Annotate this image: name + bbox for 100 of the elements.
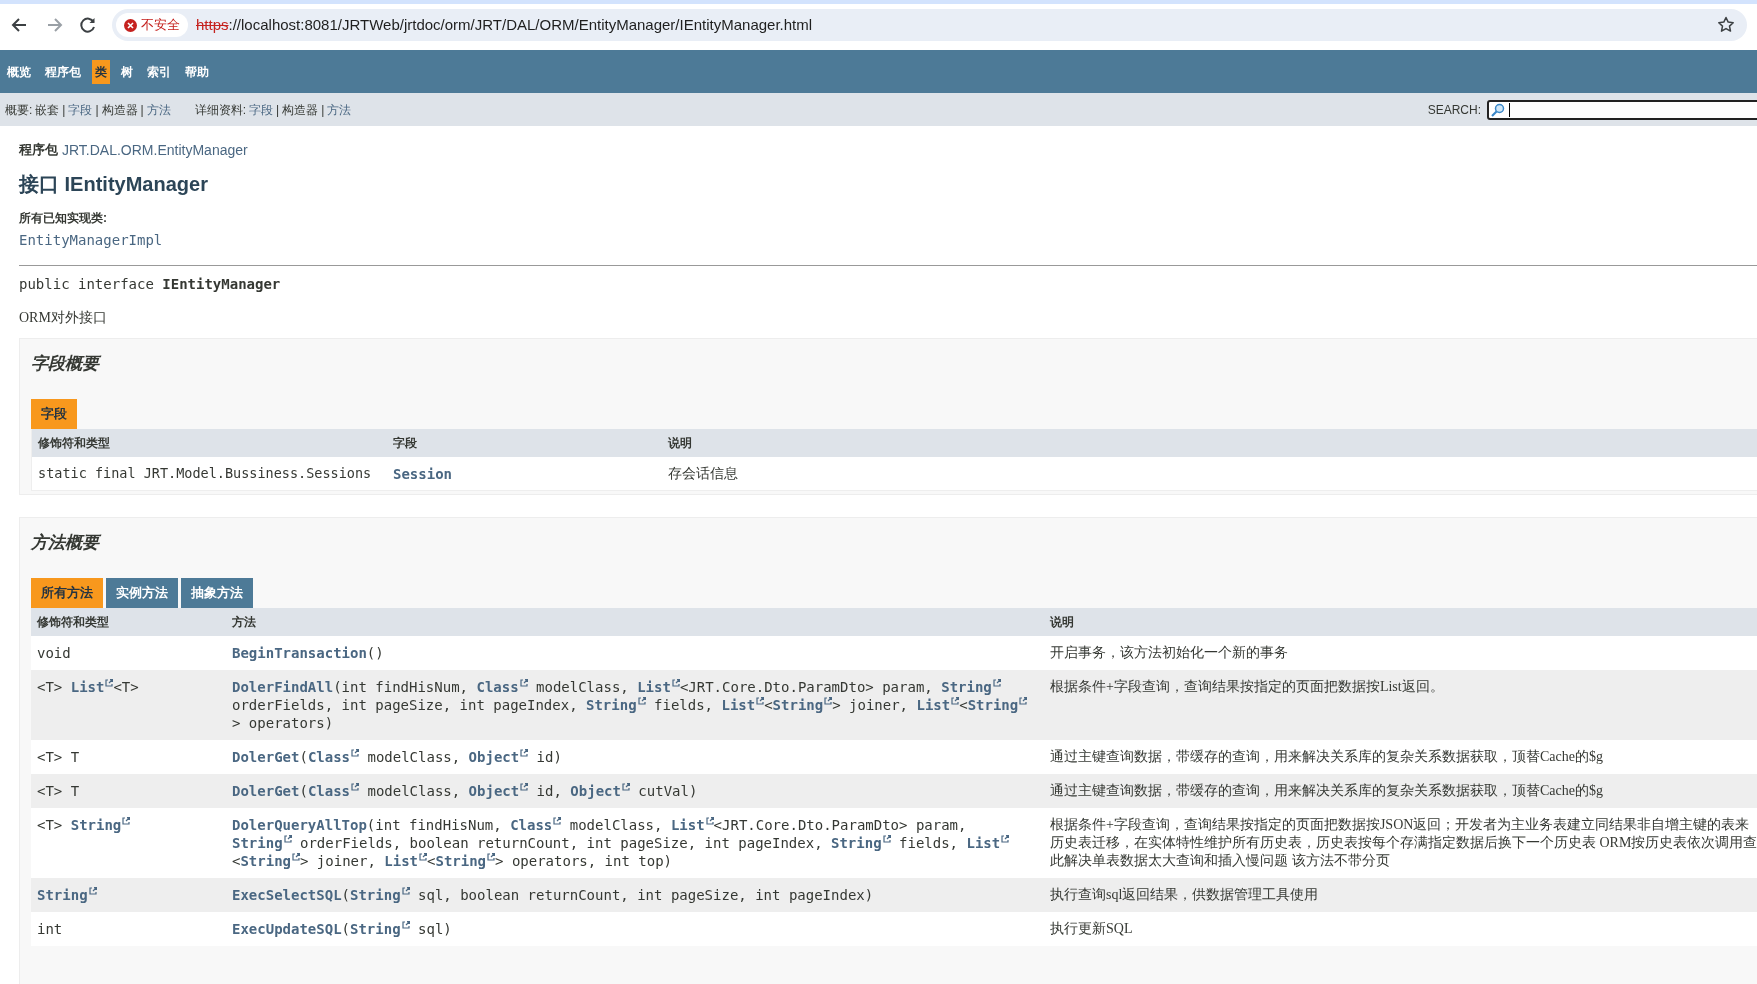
- external-link-icon[interactable]: [419, 853, 428, 861]
- external-link-icon[interactable]: [292, 853, 300, 861]
- type-link[interactable]: String: [772, 697, 824, 713]
- implementation-link[interactable]: EntityManagerImpl: [19, 230, 163, 250]
- type-link[interactable]: List: [916, 697, 951, 713]
- table-tab[interactable]: 抽象方法: [181, 578, 253, 608]
- method-link[interactable]: BeginTransaction: [232, 645, 367, 661]
- type-link[interactable]: List: [70, 679, 105, 695]
- method-link[interactable]: ExecSelectSQL: [232, 887, 342, 903]
- method-signature: DolerGet(Class modelClass, Object id, Object cutVal): [231, 782, 699, 800]
- type-link[interactable]: Object: [570, 783, 621, 799]
- type-link[interactable]: String: [37, 887, 88, 903]
- subnav-link[interactable]: 字段: [68, 100, 93, 119]
- table-tab[interactable]: 实例方法: [106, 578, 178, 608]
- description-text: 执行更新SQL: [1050, 920, 1133, 938]
- type-text: <T> T: [36, 782, 80, 800]
- external-link-icon[interactable]: [705, 817, 714, 825]
- external-link-icon[interactable]: [520, 749, 529, 757]
- external-link-icon[interactable]: [1019, 697, 1028, 705]
- type-link[interactable]: Object: [468, 749, 520, 765]
- type-link[interactable]: String: [435, 853, 487, 869]
- external-link-icon[interactable]: [882, 835, 891, 843]
- subnav-text: 构造器: [282, 101, 319, 119]
- type-link[interactable]: String: [941, 679, 992, 695]
- type-link[interactable]: List: [966, 835, 1001, 851]
- description-text: 此解决单表数据太大查询和插入慢问题 该方法不带分页: [1050, 852, 1390, 870]
- external-link-icon[interactable]: [671, 679, 680, 687]
- type-link[interactable]: String: [232, 835, 283, 851]
- external-link-icon[interactable]: [992, 679, 1001, 687]
- type-link[interactable]: List: [637, 679, 671, 695]
- external-link-icon[interactable]: [401, 887, 410, 895]
- external-link-icon[interactable]: [1001, 835, 1010, 843]
- type-link[interactable]: Class: [510, 817, 553, 833]
- nav-link[interactable]: 帮助: [182, 59, 212, 84]
- external-link-icon[interactable]: [824, 697, 833, 705]
- type-link[interactable]: String: [967, 697, 1019, 713]
- star-icon[interactable]: [1717, 16, 1735, 34]
- reload-icon[interactable]: [78, 15, 98, 35]
- column-header: 修饰符和类型: [37, 435, 111, 452]
- type-link[interactable]: Object: [468, 783, 520, 799]
- external-link-icon[interactable]: [105, 679, 114, 687]
- nav-link[interactable]: 程序包: [42, 59, 84, 84]
- external-link-icon[interactable]: [756, 697, 765, 705]
- package-link[interactable]: JRT.DAL.ORM.EntityManager: [62, 139, 248, 161]
- separator-text: |: [276, 101, 280, 119]
- separator-text: |: [140, 101, 144, 119]
- table-tab[interactable]: 字段: [31, 399, 77, 429]
- external-link-icon[interactable]: [401, 921, 410, 929]
- type-link[interactable]: String: [586, 697, 637, 713]
- external-link-icon[interactable]: [520, 783, 529, 791]
- description-text: 存会话信息: [667, 465, 739, 483]
- nav-link[interactable]: 索引: [144, 59, 174, 84]
- external-link-icon[interactable]: [122, 817, 131, 825]
- type-link[interactable]: List: [670, 817, 705, 833]
- external-link-icon[interactable]: [88, 887, 97, 895]
- external-link-icon[interactable]: [621, 783, 630, 791]
- type-link[interactable]: List: [721, 697, 756, 713]
- external-link-icon[interactable]: [487, 853, 496, 861]
- type-link[interactable]: List: [384, 853, 419, 869]
- type-link[interactable]: Class: [307, 783, 351, 799]
- type-link[interactable]: String: [831, 835, 882, 851]
- interface-signature: public interface IEntityManager: [19, 275, 281, 294]
- nav-link[interactable]: 类: [92, 59, 110, 84]
- type-link[interactable]: Class: [307, 749, 351, 765]
- implementations-label: 所有已知实现类:: [19, 210, 108, 226]
- external-link-icon[interactable]: [637, 697, 646, 705]
- search-field[interactable]: [1487, 99, 1757, 120]
- type-text: <T> T: [36, 748, 80, 766]
- subnav-label: 详细资料:: [194, 101, 247, 119]
- type-text: <T> String: [31, 816, 131, 834]
- type-text: <T> List <T>: [36, 678, 139, 696]
- type-link[interactable]: String: [240, 853, 291, 869]
- field-link[interactable]: Session: [393, 465, 452, 482]
- table-tab[interactable]: 所有方法: [31, 578, 103, 608]
- method-link[interactable]: DolerQueryAllTop: [232, 817, 367, 833]
- method-link[interactable]: DolerGet: [232, 749, 300, 765]
- separator-text: |: [321, 101, 325, 119]
- column-header: 修饰符和类型: [36, 614, 110, 631]
- type-link[interactable]: String: [350, 921, 401, 937]
- method-link[interactable]: ExecUpdateSQL: [232, 921, 342, 937]
- interface-description: ORM对外接口: [19, 309, 107, 327]
- type-link[interactable]: Class: [476, 679, 519, 695]
- url-text: https://localhost:8081/JRTWeb/jrtdoc/orm/JRT/DAL/ORM/EntityManager/IEntityManager.html: [196, 14, 814, 35]
- external-link-icon[interactable]: [553, 817, 562, 825]
- subnav-link[interactable]: 字段: [249, 100, 274, 119]
- address-bar[interactable]: 不安全 https://localhost:8081/JRTWeb/jrtdoc/orm/JRT/DAL/ORM/EntityManager/IEntityManager.html: [112, 9, 1747, 41]
- method-link[interactable]: DolerFindAll: [232, 679, 334, 695]
- subnav-link[interactable]: 方法: [146, 100, 171, 119]
- subnav-link[interactable]: 方法: [327, 100, 352, 119]
- external-link-icon[interactable]: [283, 835, 292, 843]
- nav-link[interactable]: 概览: [4, 59, 34, 84]
- security-chip[interactable]: 不安全: [116, 13, 188, 37]
- type-link[interactable]: String: [350, 887, 401, 903]
- external-link-icon[interactable]: [951, 697, 960, 705]
- external-link-icon[interactable]: [519, 679, 528, 687]
- method-link[interactable]: DolerGet: [232, 783, 300, 799]
- nav-link[interactable]: 树: [118, 59, 136, 84]
- external-link-icon[interactable]: [351, 783, 360, 791]
- external-link-icon[interactable]: [351, 749, 360, 757]
- type-link[interactable]: String: [70, 817, 122, 833]
